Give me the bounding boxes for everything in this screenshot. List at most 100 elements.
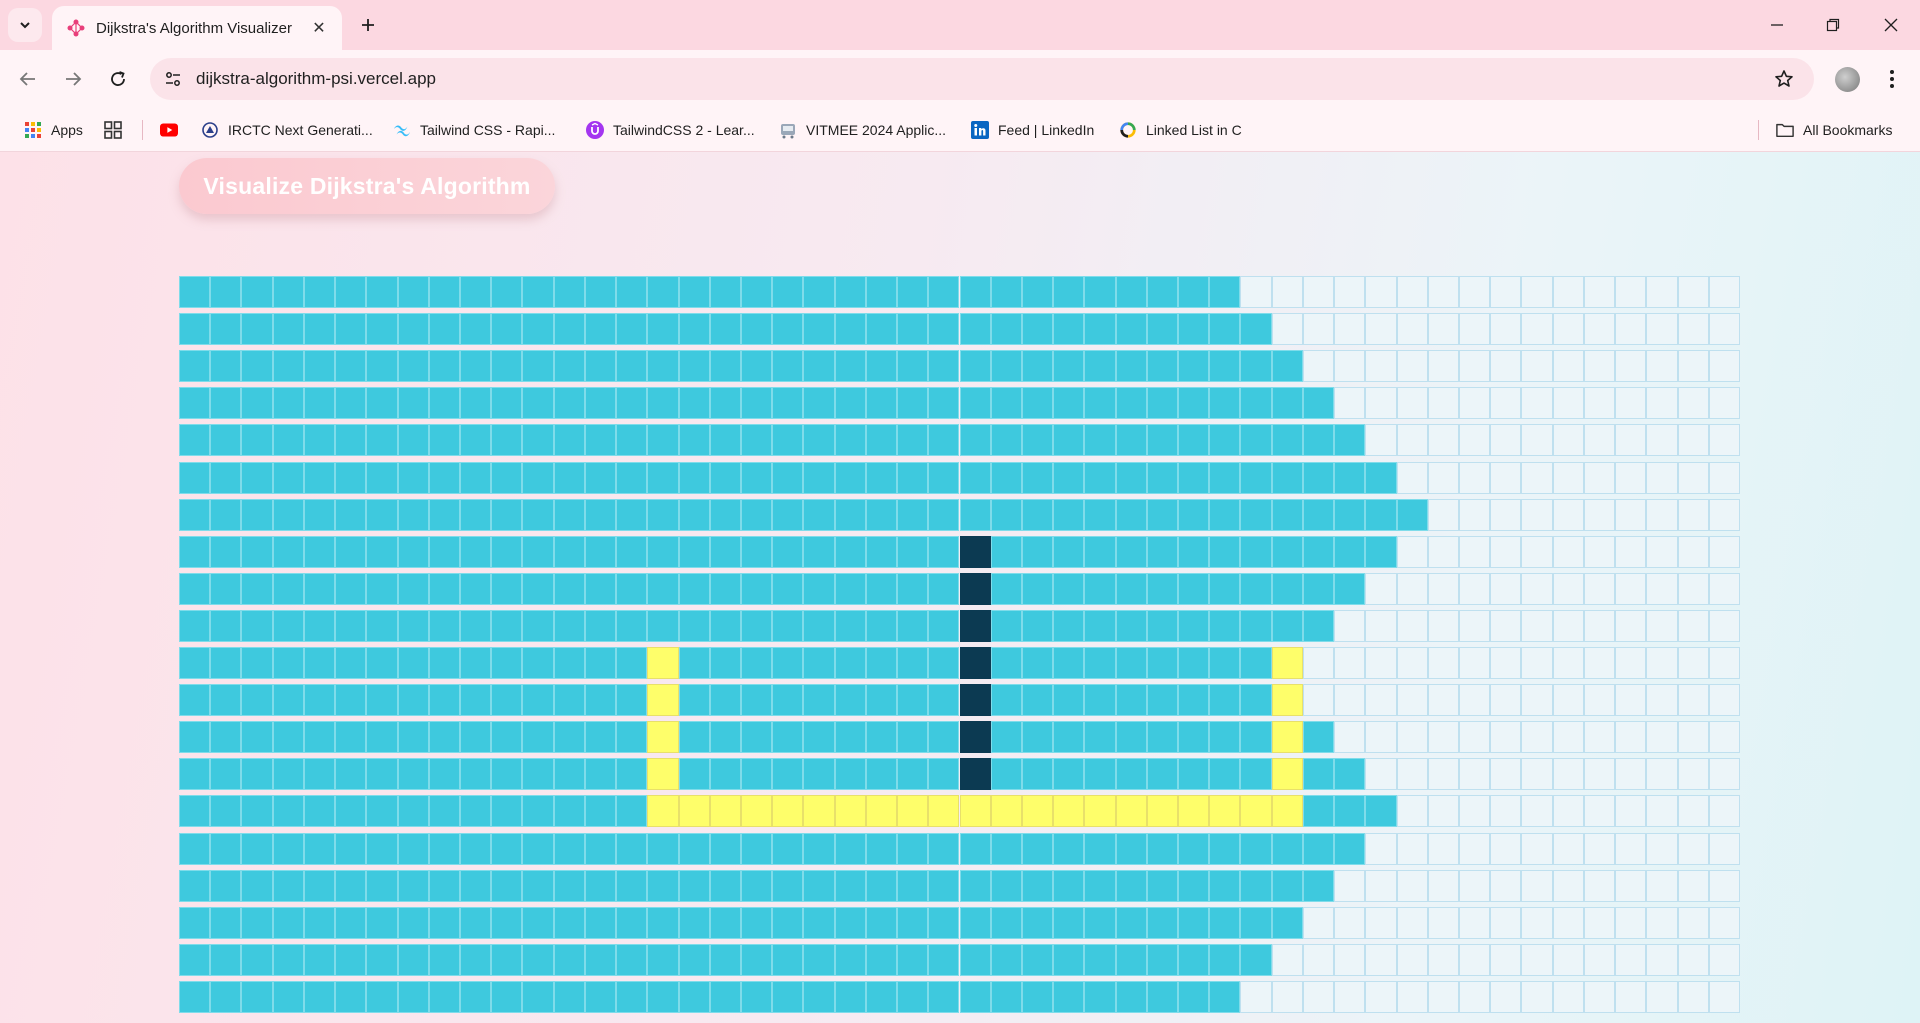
grid-cell-unvisited[interactable] [1240, 980, 1272, 1013]
grid-cell-visited[interactable] [740, 424, 773, 457]
grid-cell-visited[interactable] [179, 832, 211, 865]
grid-cell-unvisited[interactable] [1615, 795, 1647, 828]
grid-cell-visited[interactable] [678, 276, 710, 308]
grid-cell-unvisited[interactable] [1396, 461, 1428, 494]
grid-cell-unvisited[interactable] [1490, 832, 1522, 865]
grid-cell-unvisited[interactable] [1552, 461, 1584, 494]
grid-cell-visited[interactable] [803, 980, 835, 1013]
reload-button[interactable] [103, 64, 133, 94]
grid-cell-visited[interactable] [428, 572, 460, 605]
grid-cell-visited[interactable] [1115, 276, 1147, 308]
grid-cell-unvisited[interactable] [1521, 609, 1553, 642]
grid-cell-visited[interactable] [647, 832, 679, 865]
grid-cell-visited[interactable] [428, 869, 460, 902]
grid-cell-visited[interactable] [928, 461, 960, 494]
grid-cell-visited[interactable] [1053, 276, 1085, 308]
grid-cell-visited[interactable] [303, 350, 336, 383]
grid-cell-visited[interactable] [303, 684, 336, 717]
grid-cell-unvisited[interactable] [1615, 350, 1647, 383]
grid-cell-path[interactable] [897, 795, 929, 828]
grid-cell-visited[interactable] [1084, 498, 1116, 531]
grid-cell-visited[interactable] [897, 276, 929, 308]
grid-cell-visited[interactable] [1178, 943, 1210, 976]
grid-cell-unvisited[interactable] [1365, 424, 1397, 457]
grid-cell-unvisited[interactable] [1302, 313, 1335, 346]
grid-cell-unvisited[interactable] [1677, 943, 1709, 976]
grid-cell-visited[interactable] [553, 313, 585, 346]
grid-cell-visited[interactable] [179, 535, 211, 568]
grid-cell-visited[interactable] [772, 313, 804, 346]
grid-cell-visited[interactable] [1084, 535, 1116, 568]
grid-cell-visited[interactable] [272, 572, 304, 605]
grid-cell-visited[interactable] [210, 572, 242, 605]
grid-cell-visited[interactable] [210, 869, 242, 902]
grid-cell-visited[interactable] [897, 906, 929, 939]
grid-cell-visited[interactable] [1021, 387, 1054, 420]
grid-cell-visited[interactable] [491, 795, 523, 828]
grid-cell-visited[interactable] [1178, 350, 1210, 383]
grid-cell-unvisited[interactable] [1552, 498, 1584, 531]
grid-cell-unvisited[interactable] [1615, 869, 1647, 902]
grid-cell-unvisited[interactable] [1583, 980, 1616, 1013]
grid-cell-path[interactable] [1240, 795, 1272, 828]
grid-cell-visited[interactable] [709, 276, 741, 308]
grid-cell-visited[interactable] [1178, 276, 1210, 308]
grid-cell-unvisited[interactable] [1427, 276, 1460, 308]
grid-cell-unvisited[interactable] [1583, 721, 1616, 754]
grid-cell-unvisited[interactable] [1490, 647, 1522, 679]
grid-cell-visited[interactable] [428, 647, 460, 679]
grid-cell-visited[interactable] [397, 276, 429, 308]
grid-cell-visited[interactable] [772, 684, 804, 717]
grid-cell-visited[interactable] [990, 424, 1022, 457]
grid-cell-visited[interactable] [740, 609, 773, 642]
grid-cell-visited[interactable] [1334, 461, 1366, 494]
grid-cell-visited[interactable] [1146, 350, 1179, 383]
grid-cell-visited[interactable] [303, 832, 336, 865]
grid-cell-visited[interactable] [928, 572, 960, 605]
grid-cell-visited[interactable] [303, 387, 336, 420]
grid-cell-visited[interactable] [241, 980, 273, 1013]
grid-cell-visited[interactable] [397, 684, 429, 717]
grid-cell-visited[interactable] [522, 758, 554, 791]
grid-cell-visited[interactable] [1115, 684, 1147, 717]
grid-cell-visited[interactable] [772, 980, 804, 1013]
grid-cell-unvisited[interactable] [1646, 535, 1678, 568]
grid-cell-visited[interactable] [1115, 387, 1147, 420]
grid-cell-unvisited[interactable] [1459, 647, 1491, 679]
bookmark-tailwind[interactable]: Tailwind CSS - Rapi... [393, 108, 555, 151]
grid-cell-visited[interactable] [553, 869, 585, 902]
grid-cell-visited[interactable] [366, 276, 398, 308]
grid-cell-visited[interactable] [335, 387, 367, 420]
grid-cell-visited[interactable] [959, 461, 991, 494]
grid-cell-visited[interactable] [772, 276, 804, 308]
grid-cell-visited[interactable] [928, 943, 960, 976]
grid-cell-visited[interactable] [990, 684, 1022, 717]
grid-cell-visited[interactable] [740, 684, 773, 717]
grid-cell-visited[interactable] [709, 647, 741, 679]
grid-cell-visited[interactable] [865, 980, 898, 1013]
grid-cell-path[interactable] [1271, 721, 1303, 754]
grid-cell-unvisited[interactable] [1396, 906, 1428, 939]
grid-cell-visited[interactable] [1209, 684, 1241, 717]
grid-cell-visited[interactable] [210, 795, 242, 828]
grid-cell-visited[interactable] [522, 832, 554, 865]
grid-cell-visited[interactable] [1334, 424, 1366, 457]
grid-cell-visited[interactable] [1209, 906, 1241, 939]
grid-cell-visited[interactable] [335, 684, 367, 717]
grid-cell-visited[interactable] [241, 572, 273, 605]
grid-cell-visited[interactable] [491, 535, 523, 568]
grid-cell-visited[interactable] [897, 647, 929, 679]
grid-cell-unvisited[interactable] [1677, 276, 1709, 308]
grid-cell-visited[interactable] [1178, 832, 1210, 865]
grid-cell-visited[interactable] [366, 313, 398, 346]
grid-cell-unvisited[interactable] [1490, 980, 1522, 1013]
grid-cell-unvisited[interactable] [1396, 869, 1428, 902]
grid-cell-visited[interactable] [709, 684, 741, 717]
grid-cell-visited[interactable] [397, 795, 429, 828]
grid-cell-visited[interactable] [740, 313, 773, 346]
grid-cell-visited[interactable] [772, 832, 804, 865]
grid-cell-unvisited[interactable] [1708, 906, 1740, 939]
grid-cell-unvisited[interactable] [1552, 276, 1584, 308]
grid-cell-visited[interactable] [459, 498, 492, 531]
grid-cell-visited[interactable] [241, 943, 273, 976]
